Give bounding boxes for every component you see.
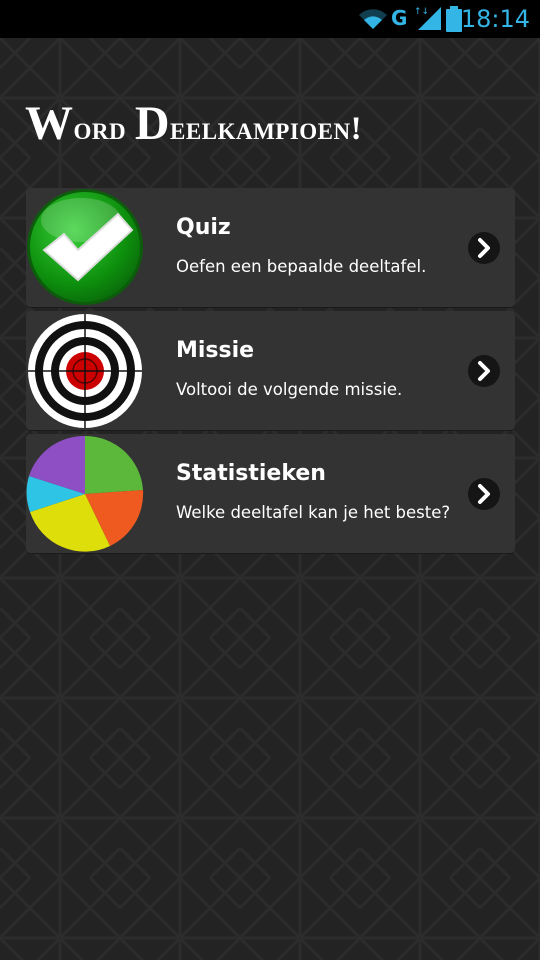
menu-item-subtitle: Welke deeltafel kan je het beste? — [176, 503, 451, 522]
signal-icon: ↑↓ — [414, 7, 441, 30]
battery-icon — [446, 6, 462, 32]
svg-text:↑↓: ↑↓ — [414, 7, 429, 17]
menu-item-title: Missie — [176, 338, 255, 363]
menu-item-subtitle: Voltooi de volgende missie. — [176, 380, 403, 399]
status-bar: G ↑↓ 18:14 — [0, 0, 540, 38]
page-title: Word Deelkampioen! — [25, 97, 363, 150]
pie-chart-icon — [26, 434, 146, 553]
menu-item-missie[interactable]: Missie Voltooi de volgende missie. — [26, 311, 515, 430]
menu-item-title: Statistieken — [176, 461, 326, 486]
menu-item-subtitle: Oefen een bepaalde deeltafel. — [176, 257, 427, 276]
menu-item-quiz[interactable]: Quiz Oefen een bepaalde deeltafel. — [26, 188, 515, 307]
target-icon — [26, 311, 146, 430]
menu-item-statistieken[interactable]: Statistieken Welke deeltafel kan je het … — [26, 434, 515, 553]
menu-item-title: Quiz — [176, 215, 231, 240]
chevron-right-icon[interactable] — [468, 232, 500, 264]
network-type: G — [391, 6, 408, 30]
clock: 18:14 — [460, 5, 530, 33]
checkmark-icon — [26, 188, 146, 307]
chevron-right-icon[interactable] — [468, 478, 500, 510]
wifi-icon — [359, 9, 387, 29]
chevron-right-icon[interactable] — [468, 355, 500, 387]
